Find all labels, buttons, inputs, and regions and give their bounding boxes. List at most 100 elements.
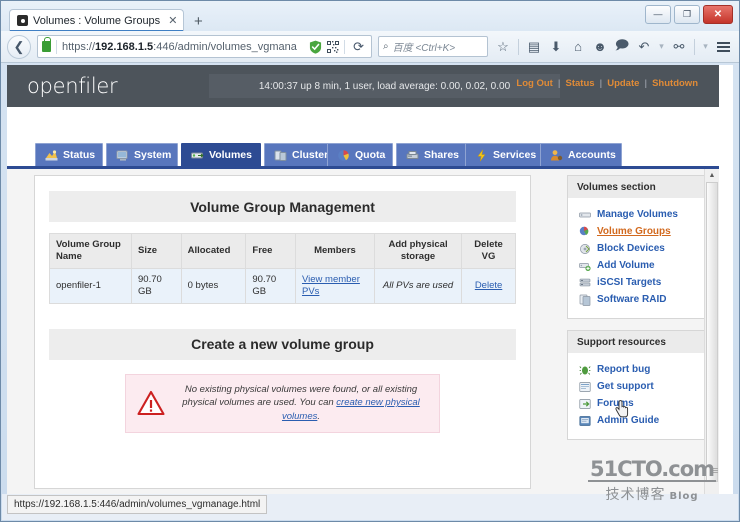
window-title-bar: Volumes : Volume Groups ✕ + — ❐ ✕ (1, 1, 739, 31)
tab-system-label: System (134, 149, 171, 161)
tab-cluster[interactable]: Cluster (264, 143, 334, 167)
col-size: Size (132, 234, 182, 269)
page-scrollbar[interactable]: ▲ (704, 169, 719, 495)
sidebar-item-iscsi-targets[interactable]: iSCSI Targets (568, 274, 706, 291)
get-support-icon (579, 381, 591, 393)
menu-icon[interactable] (713, 36, 733, 58)
col-members: Members (295, 234, 374, 269)
shares-icon (406, 149, 419, 162)
view-member-pvs-link[interactable]: View member PVs (302, 274, 360, 297)
table-row: openfiler-1 90.70 GB 0 bytes 90.70 GB Vi… (50, 268, 516, 303)
close-button[interactable]: ✕ (703, 5, 733, 24)
chat-icon[interactable]: 🗩 (612, 36, 632, 58)
support-resources-list: Report bug Get support (568, 353, 706, 439)
header-link-status[interactable]: Status (561, 78, 600, 89)
accounts-icon (550, 149, 563, 162)
sidebar-item-admin-guide[interactable]: Admin Guide (568, 412, 706, 429)
maximize-button[interactable]: ❐ (674, 5, 700, 24)
url-path: :446/admin/volumes_vgmana (153, 41, 297, 53)
address-bar[interactable]: https://192.168.1.5:446/admin/volumes_vg… (37, 35, 372, 58)
sidebar-item-software-raid[interactable]: Software RAID (568, 291, 706, 308)
tab-volumes[interactable]: Volumes (181, 143, 261, 167)
warning-icon (137, 390, 165, 416)
support-resources-panel: Support resources Report bug (567, 330, 707, 440)
header-link-update[interactable]: Update (602, 78, 644, 89)
col-delete-vg: Delete VG (462, 234, 516, 269)
software-raid-icon (579, 294, 591, 306)
sidebar-label: Block Devices (597, 243, 665, 254)
cell-free: 90.70 GB (246, 268, 296, 303)
sidebar-item-manage-volumes[interactable]: Manage Volumes (568, 206, 706, 223)
url-text: https://192.168.1.5:446/admin/volumes_vg… (62, 41, 297, 53)
downloads-icon[interactable]: ⬇ (546, 36, 566, 58)
search-input[interactable]: ⌕ 百度 <Ctrl+K> (378, 36, 488, 57)
support-resources-title: Support resources (568, 331, 706, 353)
tab-cluster-label: Cluster (292, 149, 328, 161)
reload-icon[interactable]: ⟳ (350, 39, 367, 55)
undo-dropdown-icon[interactable]: ▾ (656, 36, 667, 58)
openfiler-logo: openfiler (27, 74, 117, 98)
sidebar-item-volume-groups[interactable]: Volume Groups (568, 223, 706, 240)
tab-shares[interactable]: Shares (396, 143, 466, 167)
tab-close-icon[interactable]: ✕ (168, 14, 177, 27)
delete-vg-link[interactable]: Delete (475, 280, 502, 291)
iscsi-targets-icon (579, 277, 591, 289)
back-button[interactable]: ❮ (7, 35, 31, 59)
tab-system[interactable]: System (106, 143, 178, 167)
bookmark-star-icon[interactable]: ☆ (493, 36, 513, 58)
block-devices-icon (579, 243, 591, 255)
sidebar-item-get-support[interactable]: Get support (568, 378, 706, 395)
header-link-logout[interactable]: Log Out (511, 78, 557, 89)
sidebar-item-forums[interactable]: Forums (568, 395, 706, 412)
scrollbar-thumb[interactable] (706, 182, 718, 482)
browser-tab[interactable]: Volumes : Volume Groups ✕ (9, 9, 184, 31)
new-tab-button[interactable]: + (188, 11, 208, 31)
sidebar-label: Software RAID (597, 294, 666, 305)
manage-volumes-icon (579, 209, 591, 221)
scroll-up-arrow[interactable]: ▲ (705, 169, 719, 182)
col-add-storage: Add physical storage (374, 234, 461, 269)
home-icon[interactable]: ⌂ (568, 36, 588, 58)
volume-groups-icon (579, 226, 591, 238)
tab-quota[interactable]: Quota (327, 143, 393, 167)
quota-icon (337, 149, 350, 162)
sidebar-item-block-devices[interactable]: Block Devices (568, 240, 706, 257)
status-icon (45, 149, 58, 162)
favicon-icon (17, 15, 28, 26)
clip-dropdown-icon[interactable]: ▾ (700, 36, 711, 58)
shield-icon[interactable] (309, 40, 322, 54)
cell-allocated: 0 bytes (181, 268, 246, 303)
header-link-shutdown[interactable]: Shutdown (647, 78, 703, 89)
url-divider-2 (344, 40, 345, 54)
minimize-button[interactable]: — (645, 5, 671, 24)
search-icon: ⌕ (383, 41, 389, 52)
add-volume-icon (579, 260, 591, 272)
undo-icon[interactable]: ↶ (634, 36, 654, 58)
col-allocated: Allocated (181, 234, 246, 269)
cell-delete-vg: Delete (462, 268, 516, 303)
tab-status[interactable]: Status (35, 143, 103, 167)
report-bug-icon (579, 364, 591, 376)
browser-tab-title: Volumes : Volume Groups (33, 15, 160, 27)
tab-accounts[interactable]: Accounts (540, 143, 622, 167)
toolbar-divider-2 (694, 39, 695, 55)
warning-text: No existing physical volumes were found,… (174, 383, 428, 424)
clip-icon[interactable]: ⚯ (669, 36, 689, 58)
tab-services-label: Services (493, 149, 536, 161)
volumes-section-title: Volumes section (568, 176, 706, 198)
scrollbar-grip (710, 468, 718, 473)
volumes-section-panel: Volumes section Manage Volumes (567, 175, 707, 319)
sidebar-label: Manage Volumes (597, 209, 678, 220)
smiley-icon[interactable]: ☻ (590, 36, 610, 58)
sidebar-label: Report bug (597, 364, 650, 375)
search-placeholder: 百度 <Ctrl+K> (393, 39, 456, 54)
sidebar-item-add-volume[interactable]: Add Volume (568, 257, 706, 274)
tab-volumes-label: Volumes (209, 149, 252, 161)
sidebar-item-report-bug[interactable]: Report bug (568, 361, 706, 378)
tab-services[interactable]: Services (465, 143, 545, 167)
reader-icon[interactable]: ▤ (524, 36, 544, 58)
warning-text-after: . (317, 411, 320, 422)
system-icon (116, 149, 129, 162)
toolbar-divider (518, 39, 519, 55)
qr-code-icon[interactable] (327, 41, 339, 53)
